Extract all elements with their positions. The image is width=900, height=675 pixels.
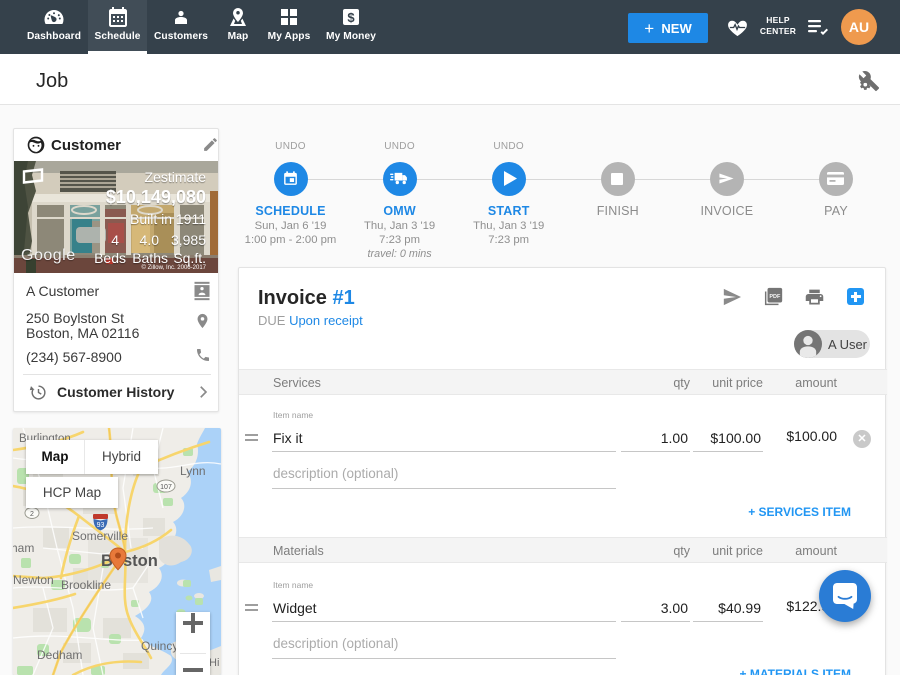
svg-text:Somerville: Somerville xyxy=(72,529,128,543)
svg-text:$: $ xyxy=(347,10,355,25)
svg-text:93: 93 xyxy=(97,522,105,529)
svg-text:Hi: Hi xyxy=(209,657,219,669)
svg-text:PDF: PDF xyxy=(769,294,781,300)
svg-text:Quincy: Quincy xyxy=(141,639,178,653)
svg-text:Newton: Newton xyxy=(13,573,54,587)
svg-text:Brookline: Brookline xyxy=(61,578,111,592)
svg-text:Dedham: Dedham xyxy=(37,648,82,662)
svg-text:107: 107 xyxy=(160,484,172,491)
svg-text:Lynn: Lynn xyxy=(180,464,206,478)
svg-text:Boston: Boston xyxy=(101,552,158,570)
svg-text:ham: ham xyxy=(13,541,34,555)
svg-text:2: 2 xyxy=(30,511,34,518)
